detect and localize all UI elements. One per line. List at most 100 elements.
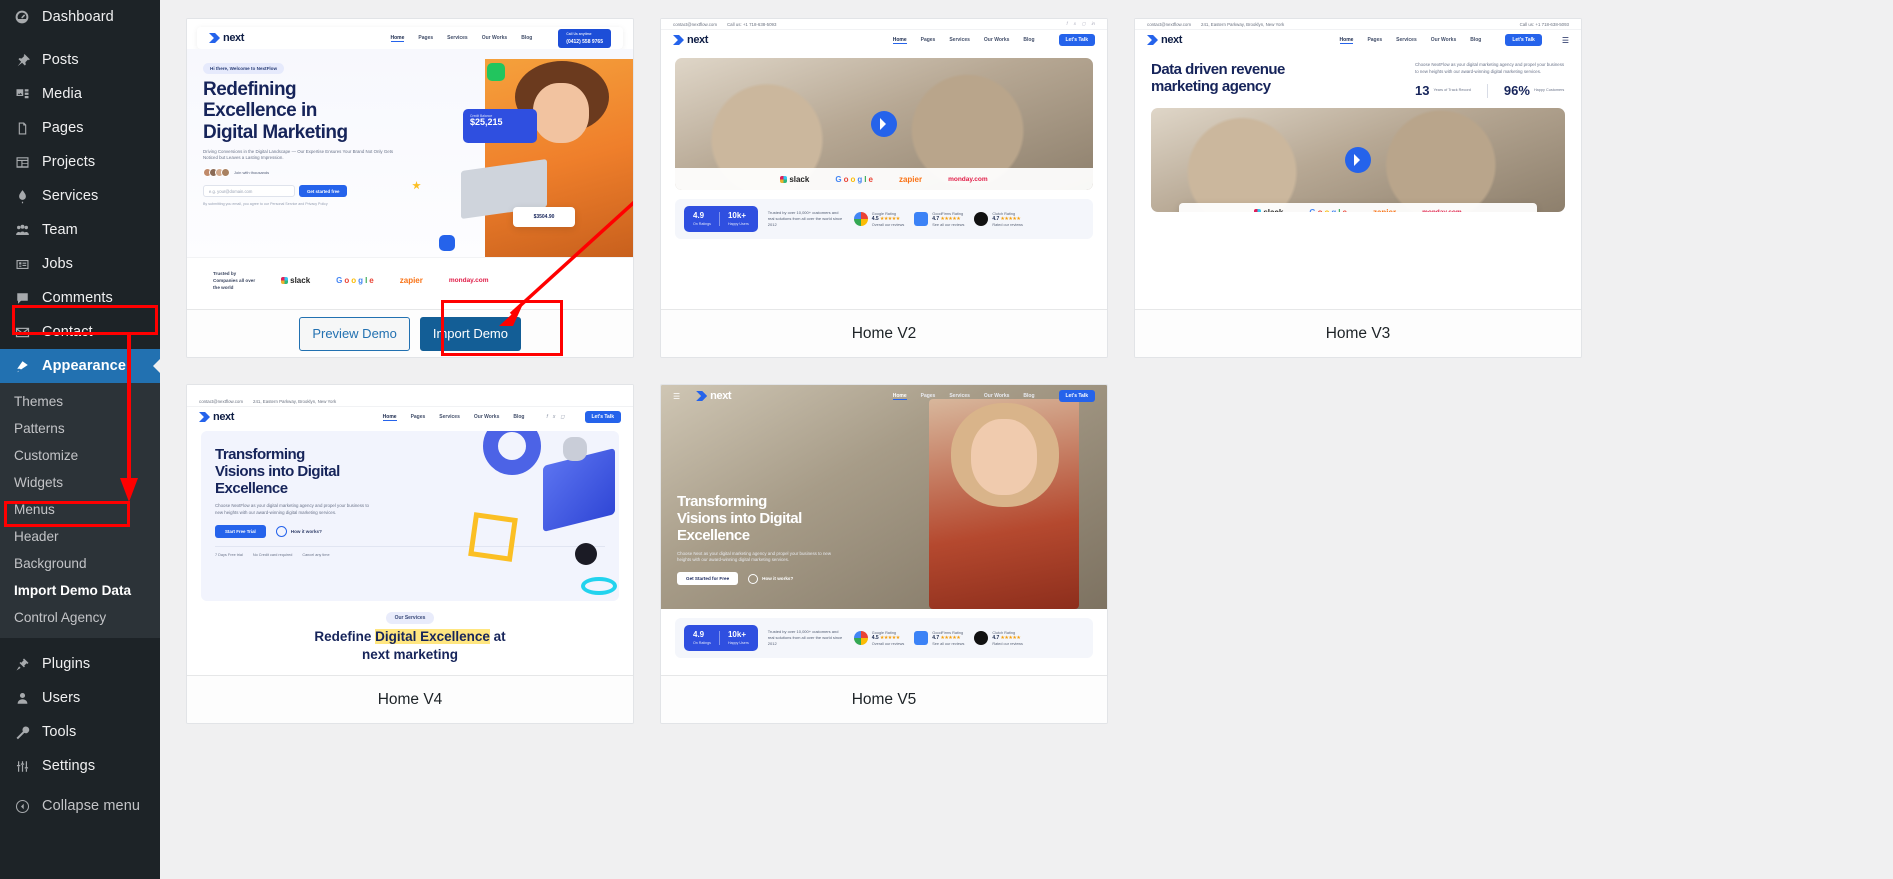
nav-link-blog[interactable]: Blog [513,414,524,421]
nav-link-pages[interactable]: Pages [921,37,936,44]
clutch-icon [974,212,989,226]
nav-link-services[interactable]: Services [439,414,460,421]
submenu-item-themes[interactable]: Themes [0,388,160,415]
nav-link-pages[interactable]: Pages [418,35,433,42]
sidebar-item-appearance[interactable]: Appearance [0,349,161,383]
submenu-item-patterns[interactable]: Patterns [0,415,160,442]
hero-secondary-button[interactable]: How it works? [748,573,793,584]
hamburger-icon[interactable]: ☰ [1562,36,1569,45]
play-button-icon[interactable] [871,111,897,137]
sidebar-item-jobs[interactable]: Jobs [0,247,160,281]
demo-card-home-v5[interactable]: ☰ next Home Pages Services Our Works Blo… [660,384,1108,724]
nav-link-our-works[interactable]: Our Works [984,393,1009,400]
pin-icon [12,50,32,70]
nav-link-home[interactable]: Home [382,414,397,421]
hero-stat-1: 13 Years of Track Record [1415,83,1471,99]
preview-demo-button[interactable]: Preview Demo [299,317,410,351]
nav-call-cta[interactable]: Call Us anytime (0412) 558 9765 [558,28,611,48]
nav-link-our-works[interactable]: Our Works [1431,37,1456,44]
hero-paragraph: Driving Conversions in the Digital Lands… [203,148,394,161]
nav-link-pages[interactable]: Pages [411,414,426,421]
submenu-item-widgets[interactable]: Widgets [0,469,160,496]
submenu-item-control-agency[interactable]: Control Agency [0,604,160,631]
site-nav-links: Home Pages Services Our Works Blog [390,35,532,42]
sidebar-item-services[interactable]: Services [0,179,160,213]
site-nav-links: Home Pages Services Our Works Blog [892,37,1035,44]
hamburger-icon[interactable]: ☰ [673,392,680,401]
nav-link-our-works[interactable]: Our Works [474,414,499,421]
sidebar-item-pages[interactable]: Pages [0,111,160,145]
submenu-item-import-demo-data[interactable]: Import Demo Data [0,577,160,604]
hero-secondary-button[interactable]: How it works? [275,525,322,537]
nav-link-blog[interactable]: Blog [1023,37,1034,44]
demo-card-home-v1[interactable]: next Home Pages Services Our Works Blog … [186,18,634,358]
star-rating-icon: ★★★★★ [940,216,961,222]
demo-card-home-v2[interactable]: contact@nextflow.com Call us: +1 718-638… [660,18,1108,358]
stat-divider [1486,84,1488,99]
nav-link-our-works[interactable]: Our Works [482,35,507,42]
nav-link-services[interactable]: Services [1396,37,1417,44]
hero-video-thumbnail: slack Google zapier monday.com [1151,108,1565,213]
nav-link-blog[interactable]: Blog [521,35,532,42]
hero-get-started-button[interactable]: Get started free [299,185,348,198]
star-rating-icon: ★★★★★ [879,216,900,222]
submenu-item-customize[interactable]: Customize [0,442,160,469]
sidebar-item-users[interactable]: Users [0,681,160,715]
nav-cta-button[interactable]: Let's Talk [584,411,621,423]
sidebar-item-comments[interactable]: Comments [0,281,160,315]
sidebar-item-contact[interactable]: Contact [0,315,160,349]
comments-icon [12,288,32,308]
submenu-item-background[interactable]: Background [0,550,160,577]
sidebar-item-label: Settings [42,758,96,774]
demo-card-home-v4[interactable]: contact@nextflow.com 241, Eastern Parkwa… [186,384,634,724]
sidebar-item-dashboard[interactable]: Dashboard [0,0,160,34]
nav-link-services[interactable]: Services [447,35,468,42]
dashboard-icon [12,7,32,27]
nav-link-our-works[interactable]: Our Works [984,37,1009,44]
nav-cta-button[interactable]: Let's Talk [1505,34,1542,46]
demo-card-home-v3[interactable]: contact@nextflow.com 241, Eastern Parkwa… [1134,18,1582,358]
feature-item: Cancel any time [302,552,330,557]
demo-card-footer: Home V2 [661,309,1107,357]
sidebar-item-posts[interactable]: Posts [0,43,160,77]
nav-link-pages[interactable]: Pages [1367,37,1382,44]
sidebar-item-projects[interactable]: Projects [0,145,160,179]
hero-heading-line-2: Visions into Digital [677,510,802,528]
nav-cta-button[interactable]: Let's Talk [1058,34,1095,46]
submenu-item-header[interactable]: Header [0,523,160,550]
nav-link-home[interactable]: Home [892,37,907,44]
nav-link-blog[interactable]: Blog [1470,37,1481,44]
sidebar-item-settings[interactable]: Settings [0,749,160,783]
nav-link-pages[interactable]: Pages [921,393,936,400]
pages-icon [12,118,32,138]
nav-link-home[interactable]: Home [1339,37,1354,44]
nav-link-services[interactable]: Services [949,393,970,400]
hero-primary-button[interactable]: Get Started for Free [677,572,739,585]
hero-email-input[interactable]: e.g. your@domain.com [203,185,295,198]
nav-link-services[interactable]: Services [949,37,970,44]
submenu-item-menus[interactable]: Menus [0,496,160,523]
nav-link-home[interactable]: Home [390,35,405,42]
nav-social-icons: f x ◻ [546,414,564,420]
import-demo-button[interactable]: Import Demo [419,317,521,351]
sidebar-item-team[interactable]: Team [0,213,160,247]
play-button-icon[interactable] [1345,147,1371,174]
demo-title: Home V5 [851,691,917,708]
import-demo-data-page: next Home Pages Services Our Works Blog … [160,0,1893,879]
nav-link-home[interactable]: Home [892,393,907,400]
demo-preview-home-v5: ☰ next Home Pages Services Our Works Blo… [661,385,1107,675]
nav-link-blog[interactable]: Blog [1023,393,1034,400]
chat-icon [439,235,455,251]
twitter-icon: x [552,414,556,420]
nav-cta-button[interactable]: Let's Talk [1058,390,1095,402]
brand-logo: next [1147,34,1182,46]
site-nav-links: Home Pages Services Our Works Blog [892,393,1035,400]
demo-title: Home V2 [851,325,917,342]
sidebar-item-tools[interactable]: Tools [0,715,160,749]
sidebar-item-media[interactable]: Media [0,77,160,111]
ratings-bar: 4.9 On Ratings 10k+ Happy Users Trusted … [675,199,1093,239]
instagram-icon: ◻ [1081,21,1086,26]
collapse-menu-button[interactable]: Collapse menu [0,789,160,823]
hero-primary-button[interactable]: Start Free Trial [215,524,266,538]
sidebar-item-plugins[interactable]: Plugins [0,647,160,681]
